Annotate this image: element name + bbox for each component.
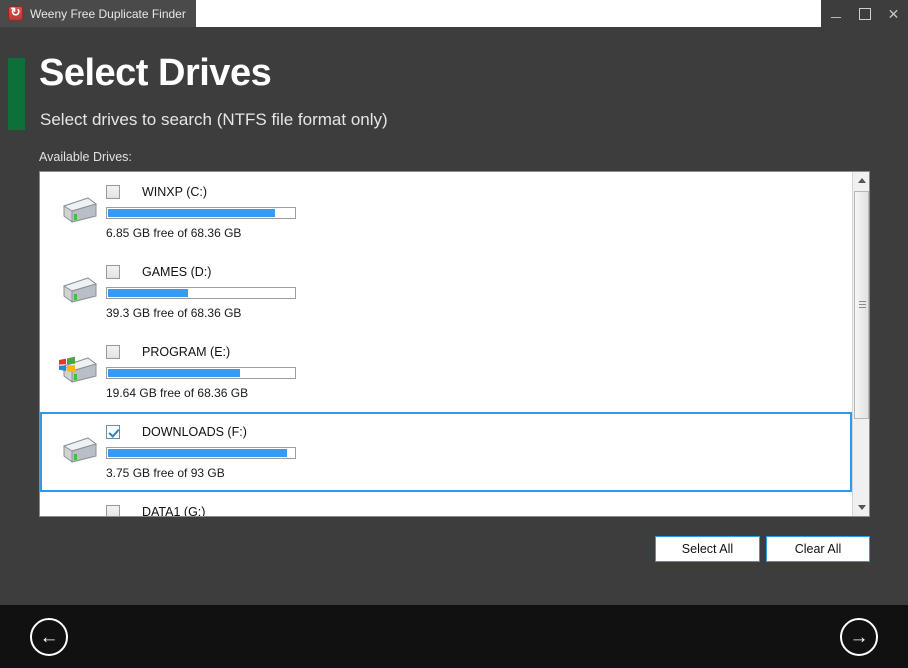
available-drives-label: Available Drives: (39, 150, 132, 164)
scroll-up-icon[interactable] (853, 172, 869, 189)
drive-name-label: DATA1 (G:) (142, 504, 206, 517)
drive-row-body: PROGRAM (E:) 19.64 GB free of 68.36 GB (106, 342, 850, 400)
drive-name-label: DOWNLOADS (F:) (142, 424, 247, 439)
hard-drive-icon (58, 434, 98, 466)
page-subtitle: Select drives to search (NTFS file forma… (40, 110, 388, 129)
drive-list-scrollbar[interactable] (852, 172, 869, 516)
drive-row-body: DATA1 (G:) (106, 502, 850, 516)
drive-usage-fill (108, 369, 241, 377)
drive-checkbox[interactable] (106, 504, 120, 516)
next-button[interactable]: → (840, 618, 878, 656)
scrollbar-thumb[interactable] (854, 191, 869, 419)
drive-free-space-label: 3.75 GB free of 93 GB (106, 466, 225, 480)
drive-row-body: GAMES (D:) 39.3 GB free of 68.36 GB (106, 262, 850, 320)
back-button[interactable]: ← (30, 618, 68, 656)
drive-usage-bar (106, 287, 296, 299)
close-button[interactable]: ✕ (879, 0, 908, 27)
maximize-button[interactable] (850, 0, 879, 27)
drive-row-body: WINXP (C:) 6.85 GB free of 68.36 GB (106, 182, 850, 240)
minimize-button[interactable] (821, 0, 850, 27)
hard-drive-icon (58, 514, 98, 516)
drive-row[interactable]: DATA1 (G:) (40, 492, 852, 516)
window-title: Weeny Free Duplicate Finder (30, 6, 186, 21)
drive-checkbox[interactable] (106, 344, 120, 359)
drive-row[interactable]: WINXP (C:) 6.85 GB free of 68.36 GB (40, 172, 852, 252)
drive-row-header: DATA1 (G:) (106, 502, 850, 516)
drive-name-label: GAMES (D:) (142, 264, 212, 279)
drive-name-label: WINXP (C:) (142, 184, 208, 199)
scrollbar-grip-icon (859, 301, 866, 309)
drive-row-header: PROGRAM (E:) (106, 342, 850, 361)
drive-free-space-label: 39.3 GB free of 68.36 GB (106, 306, 242, 320)
drive-usage-fill (108, 449, 287, 457)
duplicate-finder-icon (8, 5, 23, 21)
drive-name-label: PROGRAM (E:) (142, 344, 231, 359)
title-bar-filler (195, 0, 908, 27)
drive-row-header: DOWNLOADS (F:) (106, 422, 850, 441)
drive-usage-bar (106, 447, 296, 459)
window-title-tab[interactable]: Weeny Free Duplicate Finder (0, 0, 196, 27)
drive-row-body: DOWNLOADS (F:) 3.75 GB free of 93 GB (106, 422, 850, 480)
drive-free-space-label: 6.85 GB free of 68.36 GB (106, 226, 242, 240)
drive-row-header: WINXP (C:) (106, 182, 850, 201)
hard-drive-icon (58, 274, 98, 306)
drive-row-header: GAMES (D:) (106, 262, 850, 281)
title-bar: Weeny Free Duplicate Finder ✕ (0, 0, 908, 27)
drive-list: WINXP (C:) 6.85 GB free of 68.36 GB GAMES… (39, 171, 870, 517)
window-controls: ✕ (821, 0, 908, 27)
page-title: Select Drives (39, 52, 272, 94)
select-all-button[interactable]: Select All (655, 536, 760, 562)
drive-usage-bar (106, 207, 296, 219)
drive-usage-fill (108, 209, 276, 217)
drive-row[interactable]: DOWNLOADS (F:) 3.75 GB free of 93 GB (40, 412, 852, 492)
drive-list-viewport[interactable]: WINXP (C:) 6.85 GB free of 68.36 GB GAMES… (40, 172, 852, 516)
hard-drive-icon (58, 194, 98, 226)
accent-bar (8, 58, 25, 130)
drive-checkbox[interactable] (106, 264, 120, 279)
drive-checkbox[interactable] (106, 184, 120, 199)
drive-free-space-label: 19.64 GB free of 68.36 GB (106, 386, 249, 400)
system-drive-icon (58, 354, 98, 386)
drive-row[interactable]: GAMES (D:) 39.3 GB free of 68.36 GB (40, 252, 852, 332)
footer-nav-bar: ← → (0, 605, 908, 668)
drive-usage-fill (108, 289, 188, 297)
drive-row[interactable]: PROGRAM (E:) 19.64 GB free of 68.36 GB (40, 332, 852, 412)
clear-all-button[interactable]: Clear All (766, 536, 870, 562)
scroll-down-icon[interactable] (853, 499, 869, 516)
drive-usage-bar (106, 367, 296, 379)
drive-checkbox[interactable] (106, 424, 120, 439)
